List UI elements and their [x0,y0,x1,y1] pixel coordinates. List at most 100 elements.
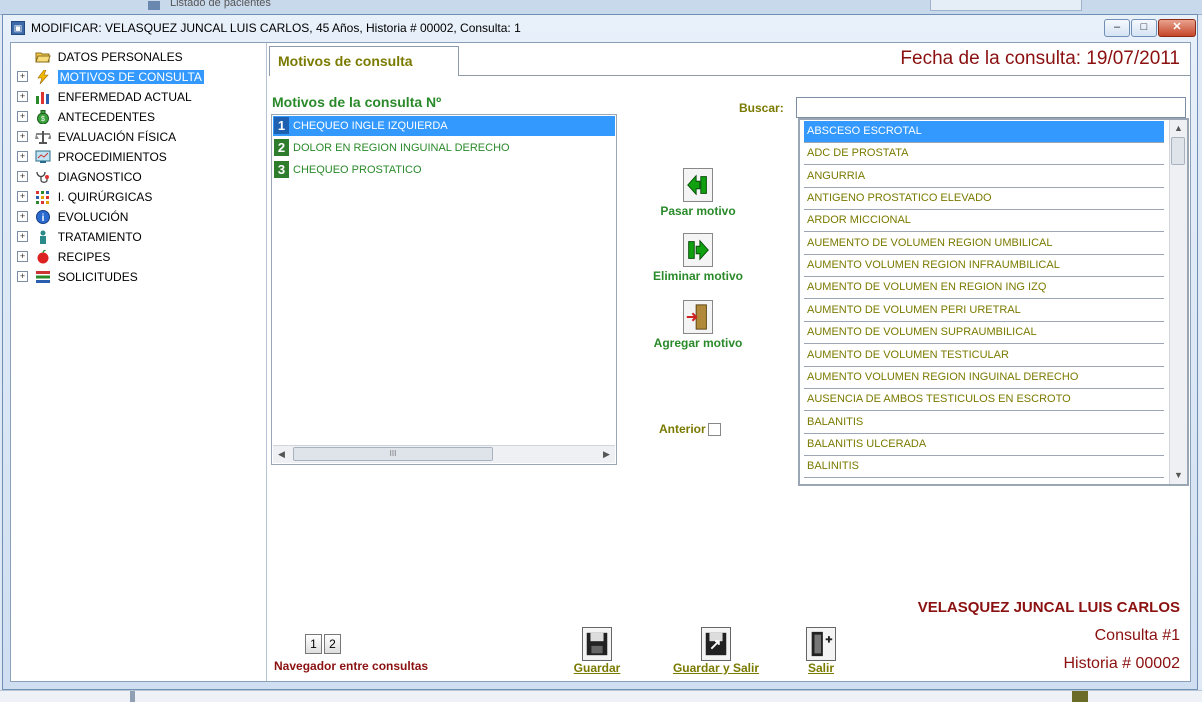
maximize-button[interactable]: □ [1131,19,1157,37]
tree-item-datos-personales[interactable]: DATOS PERSONALES [17,46,183,66]
nav-consulta-2-button[interactable]: 2 [324,634,341,654]
client-area: DATOS PERSONALES + MOTIVOS DE CONSULTA +… [10,42,1191,682]
app-window-icon [148,1,160,10]
guardar-button[interactable]: Guardar [567,627,627,675]
save-exit-icon [701,627,731,661]
expand-icon[interactable]: + [17,151,28,163]
scroll-thumb[interactable] [1171,137,1185,165]
background-divider [130,691,135,702]
salir-button[interactable]: Salir [796,627,846,675]
person-icon [40,230,47,244]
tree-item-label: SOLICITUDES [57,269,138,284]
navigation-tree: DATOS PERSONALES + MOTIVOS DE CONSULTA +… [11,43,267,681]
scroll-thumb[interactable]: III [293,447,493,461]
consultation-date: Fecha de la consulta: 19/07/2011 [900,48,1180,69]
background-window-strip: Listado de pacientes [0,0,1202,15]
expand-icon[interactable]: + [17,271,28,283]
pasar-arrow-icon [683,168,713,202]
agregar-motivo-label: Agregar motivo [653,336,743,350]
list-item[interactable]: ANGURRIA [804,166,1164,188]
background-divider [1072,691,1088,702]
list-item[interactable]: 2 DOLOR EN REGION INGUINAL DERECHO [273,138,615,158]
stethoscope-icon [36,171,50,183]
tree-item-diagnostico[interactable]: + DIAGNOSTICO [17,166,142,186]
motivos-list[interactable]: 1 CHEQUEO INGLE IZQUIERDA 2 DOLOR EN REGIO… [271,114,617,465]
expand-icon[interactable]: + [17,91,28,103]
scroll-left-icon[interactable]: ◀ [273,446,290,463]
list-icon [36,270,51,283]
info-icon: i [36,209,51,224]
svg-text:$: $ [41,116,45,123]
list-item[interactable]: AUMENTO DE VOLUMEN EN REGION ING IZQ [804,277,1164,300]
pasar-motivo-button[interactable]: Pasar motivo [643,168,753,218]
list-item[interactable]: ADC DE PROSTATA [804,143,1164,166]
eliminar-arrow-icon [683,233,713,267]
expand-icon[interactable]: + [17,111,28,123]
pasar-motivo-label: Pasar motivo [660,204,736,218]
expand-icon[interactable]: + [17,131,28,143]
tree-item-recipes[interactable]: + RECIPES [17,246,110,266]
expand-icon[interactable]: + [17,71,28,83]
eliminar-motivo-button[interactable]: Eliminar motivo [638,233,758,283]
tab-motivos-de-consulta[interactable]: Motivos de consulta [269,46,459,76]
list-item[interactable]: AUSENCIA DE AMBOS TESTICULOS EN ESCROTO [804,389,1164,412]
item-text: CHEQUEO PROSTATICO [293,164,422,176]
main-window: ▣ MODIFICAR: VELASQUEZ JUNCAL LUIS CARLO… [2,14,1198,690]
list-item[interactable]: ARDOR MICCIONAL [804,210,1164,233]
eliminar-motivo-label: Eliminar motivo [652,269,744,283]
tree-item-i-quirurgicas[interactable]: + I. QUIRÚRGICAS [17,186,152,206]
list-item[interactable]: ABSCESO ESCROTAL [804,121,1164,143]
list-item[interactable]: AUMENTO DE VOLUMEN TESTICULAR [804,345,1164,367]
list-item[interactable]: AUMENTO VOLUMEN REGION INFRAUMBILICAL [804,255,1164,278]
expand-icon[interactable]: + [17,251,28,263]
list-item[interactable]: AUMENTO VOLUMEN REGION INGUINAL DERECHO [804,367,1164,389]
vertical-scrollbar[interactable]: ▲ ▼ [1169,120,1187,484]
tree-item-enfermedad-actual[interactable]: + ENFERMEDAD ACTUAL [17,86,192,106]
expand-icon[interactable]: + [17,231,28,243]
scale-icon [35,130,52,144]
tree-item-solicitudes[interactable]: + SOLICITUDES [17,266,138,286]
item-number: 1 [274,117,289,134]
tree-item-motivos-de-consulta[interactable]: + MOTIVOS DE CONSULTA [17,66,204,86]
list-item[interactable]: AUMENTO DE VOLUMEN SUPRAUMBILICAL [804,322,1164,345]
scroll-right-icon[interactable]: ▶ [598,446,615,463]
historia-number: Historia # 00002 [1063,655,1180,672]
anterior-checkbox[interactable] [707,423,721,437]
list-item[interactable]: BALANITIS [804,412,1164,434]
close-button[interactable]: ✕ [1158,19,1196,37]
expand-icon[interactable]: + [17,171,28,183]
scroll-down-icon[interactable]: ▼ [1170,467,1187,484]
app-icon: ▣ [11,21,25,35]
list-item[interactable]: AUEMENTO DE VOLUMEN REGION UMBILICAL [804,233,1164,255]
tree-item-label: DATOS PERSONALES [57,49,183,64]
item-number: 3 [274,161,289,178]
grid-dots-icon [36,190,50,204]
tree-item-antecedentes[interactable]: + $ ANTECEDENTES [17,106,155,126]
anterior-checkbox-field[interactable]: Anterior [659,422,721,437]
background-window-controls [930,0,1082,11]
tree-item-tratamiento[interactable]: + TRATAMIENTO [17,226,142,246]
agregar-motivo-button[interactable]: Agregar motivo [638,300,758,350]
list-item[interactable]: BALANITIS ULCERADA [804,434,1164,456]
expand-icon[interactable]: + [17,191,28,203]
results-list[interactable]: ABSCESO ESCROTAL ADC DE PROSTATA ANGURRIA A… [798,118,1189,486]
search-input[interactable] [796,97,1186,118]
tree-item-procedimientos[interactable]: + PROCEDIMIENTOS [17,146,167,166]
nav-consulta-1-button[interactable]: 1 [305,634,322,654]
salir-label: Salir [807,661,834,675]
tree-item-evolucion[interactable]: + i EVOLUCIÓN [17,206,128,226]
patient-name: VELASQUEZ JUNCAL LUIS CARLOS [917,599,1180,616]
anterior-label: Anterior [659,422,706,436]
expand-icon[interactable]: + [17,211,28,223]
list-item[interactable]: 1 CHEQUEO INGLE IZQUIERDA [273,116,615,136]
list-item[interactable]: ANTIGENO PROSTATICO ELEVADO [804,188,1164,211]
minimize-button[interactable]: – [1104,19,1130,37]
guardar-y-salir-button[interactable]: Guardar y Salir [656,627,776,675]
list-item[interactable]: AUMENTO DE VOLUMEN PERI URETRAL [804,300,1164,322]
tree-item-label: MOTIVOS DE CONSULTA [57,69,204,84]
scroll-up-icon[interactable]: ▲ [1170,120,1187,137]
list-item[interactable]: 3 CHEQUEO PROSTATICO [273,160,615,180]
tree-item-evaluacion-fisica[interactable]: + EVALUACIÓN FÍSICA [17,126,176,146]
list-item[interactable]: BALINITIS [804,456,1164,479]
horizontal-scrollbar[interactable]: ◀ III ▶ [273,445,615,463]
